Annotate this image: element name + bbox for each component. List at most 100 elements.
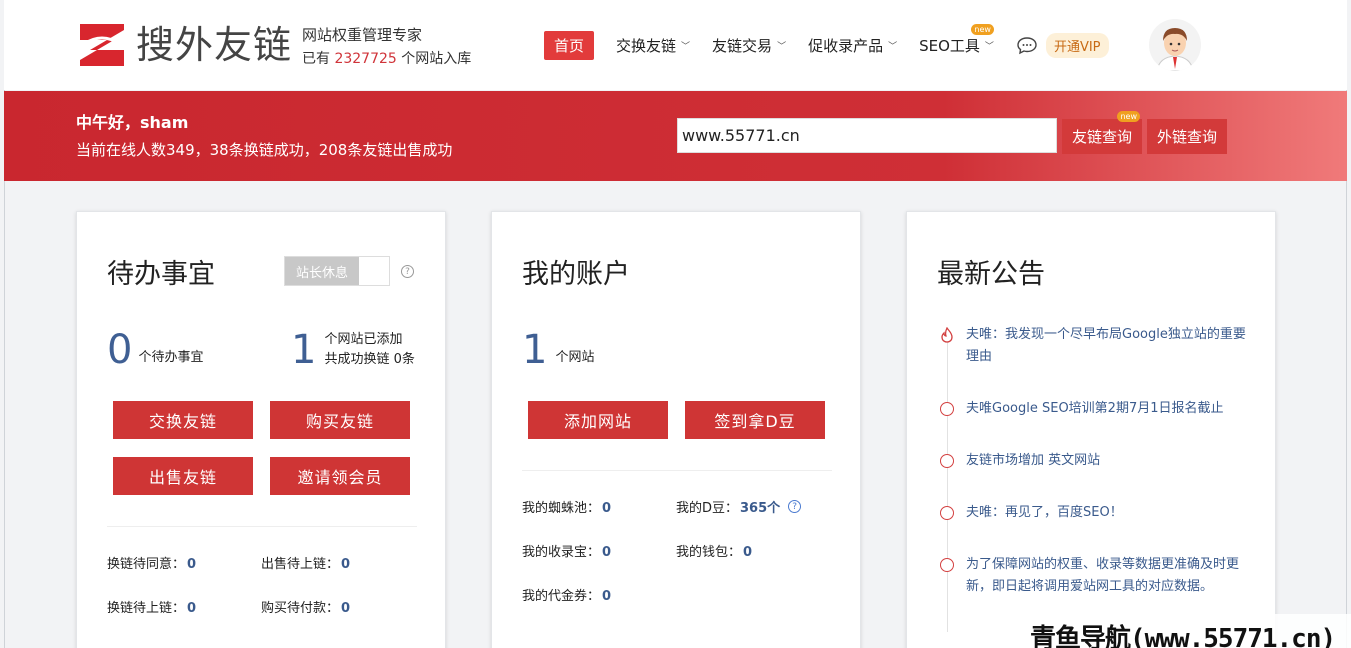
timeline-dot-icon [940, 558, 954, 572]
timeline-dot-icon [940, 506, 954, 520]
stat-value: 0 [602, 501, 612, 516]
account-card: 我的账户 1 个网站 添加网站 签到拿D豆 我的蜘蛛池： 0 我的D豆： 365个?… [491, 211, 861, 648]
help-icon[interactable]: ? [401, 265, 414, 278]
chevron-down-icon: ﹀ [681, 41, 691, 52]
nav-seo-tools[interactable]: SEO工具 ﹀ new [919, 23, 994, 56]
pending-summary: 0 个待办事宜 [107, 328, 203, 372]
avatar-icon [1149, 19, 1201, 71]
account-sites-count: 1 [522, 327, 548, 373]
stat-label: 我的蜘蛛池： [522, 501, 601, 516]
stat-label: 换链待上链： [107, 601, 186, 616]
timeline-line [947, 342, 948, 632]
new-badge: new [1117, 111, 1140, 122]
domain-search-input[interactable] [677, 118, 1057, 153]
stat-value: 0 [187, 601, 197, 616]
notice-item[interactable]: 夫唯：我发现一个尽早布局Google独立站的重要理由 [966, 324, 1256, 368]
chat-icon[interactable] [1016, 34, 1038, 56]
sites-count: 2327725 [334, 51, 397, 67]
stat-label: 出售待上链： [261, 557, 340, 572]
nav-home[interactable]: 首页 [544, 30, 595, 60]
exchange-success-label: 共成功换链 0条 [324, 352, 415, 367]
stat-buy-pending-pay[interactable]: 购买待付款： 0 [261, 597, 350, 616]
vip-button[interactable]: 开通VIP [1045, 32, 1109, 58]
friend-link-query-button[interactable]: 友链查询 new [1062, 111, 1142, 154]
checkin-button[interactable]: 签到拿D豆 [685, 401, 825, 439]
stat-exchange-pending-online[interactable]: 换链待上链： 0 [107, 597, 196, 616]
divider [107, 526, 417, 527]
stat-index-treasure[interactable]: 我的收录宝： 0 [522, 541, 611, 560]
help-icon[interactable]: ? [788, 500, 802, 513]
nav-trade-label: 友链交易 [712, 36, 773, 55]
notices-card: 最新公告 夫唯：我发现一个尽早布局Google独立站的重要理由 夫唯Google… [906, 211, 1276, 648]
stat-exchange-pending-agree[interactable]: 换链待同意： 0 [107, 553, 196, 572]
notice-item[interactable]: 为了保障网站的权重、收录等数据更准确及时更新，即日起将调用爱站网工具的对应数据。 [966, 554, 1256, 598]
stat-label: 购买待付款： [261, 601, 340, 616]
greeting: 中午好，sham [76, 113, 189, 132]
chevron-down-icon: ﹀ [888, 41, 898, 52]
notices-title: 最新公告 [937, 259, 1045, 290]
tagline: 网站权重管理专家 [302, 26, 423, 44]
online-stats: 当前在线人数349，38条换链成功，208条友链出售成功 [76, 141, 453, 159]
new-badge: new [971, 23, 994, 35]
friend-link-query-label: 友链查询 [1071, 128, 1132, 146]
pending-count: 0 [107, 327, 133, 373]
exchange-link-button[interactable]: 交换友链 [113, 401, 253, 439]
sites-count-line: 已有 2327725 个网站入库 [302, 48, 471, 68]
sites-added-label: 个网站已添加 [324, 332, 403, 347]
rest-toggle-label: 站长休息 [285, 257, 359, 285]
notice-item[interactable]: 夫唯：再见了，百度SEO！ [966, 502, 1256, 524]
stat-label: 我的D豆： [676, 501, 739, 516]
sites-suffix: 个网站入库 [401, 51, 472, 67]
nav-index-products-label: 促收录产品 [808, 36, 884, 55]
stat-spider-pool[interactable]: 我的蜘蛛池： 0 [522, 497, 611, 516]
outlink-query-button[interactable]: 外链查询 [1147, 119, 1227, 154]
logo-text[interactable]: 搜外友链 [136, 20, 292, 70]
timeline-dot-icon [940, 402, 954, 416]
todo-title: 待办事宜 [107, 259, 215, 290]
todo-card: 待办事宜 站长休息 ? 0 个待办事宜 1 个网站已添加 共成功换链 0条 交换… [76, 211, 446, 648]
stat-label: 我的钱包： [676, 545, 742, 560]
sites-summary: 1 个网站已添加 共成功换链 0条 [291, 328, 415, 372]
chevron-down-icon: ﹀ [777, 41, 787, 52]
stat-label: 换链待同意： [107, 557, 186, 572]
stat-d-beans[interactable]: 我的D豆： 365个? [676, 497, 802, 516]
stat-sell-pending-online[interactable]: 出售待上链： 0 [261, 553, 350, 572]
account-sites-label: 个网站 [555, 350, 595, 365]
nav-exchange-label: 交换友链 [616, 36, 677, 55]
logo-icon[interactable] [78, 22, 126, 68]
notice-item[interactable]: 夫唯Google SEO培训第2期7月1日报名截止 [966, 398, 1256, 420]
stat-value: 0 [743, 545, 753, 560]
nav-home-label: 首页 [554, 36, 585, 55]
stat-value: 0 [341, 601, 351, 616]
stat-value: 0 [602, 589, 612, 604]
nav-index-products[interactable]: 促收录产品 ﹀ [808, 35, 897, 56]
chevron-down-icon: ﹀ [984, 41, 994, 52]
stat-wallet[interactable]: 我的钱包： 0 [676, 541, 752, 560]
stat-value: 365个 [740, 501, 781, 516]
stat-voucher[interactable]: 我的代金券： 0 [522, 585, 611, 604]
timeline-dot-icon [940, 454, 954, 468]
sell-link-button[interactable]: 出售友链 [113, 457, 253, 495]
stat-value: 0 [602, 545, 612, 560]
stat-label: 我的收录宝： [522, 545, 601, 560]
buy-link-button[interactable]: 购买友链 [270, 401, 410, 439]
invite-member-button[interactable]: 邀请领会员 [270, 457, 410, 495]
stat-value: 0 [187, 557, 197, 572]
rest-toggle[interactable]: 站长休息 [284, 256, 390, 286]
pending-label: 个待办事宜 [138, 350, 204, 365]
watermark: 青鱼导航(www.55771.cn) [1030, 624, 1336, 648]
add-site-button[interactable]: 添加网站 [528, 401, 668, 439]
flame-icon [941, 327, 953, 343]
sites-count: 1 [291, 327, 317, 373]
sites-prefix: 已有 [302, 51, 330, 67]
nav-exchange[interactable]: 交换友链 ﹀ [616, 35, 690, 56]
rest-toggle-knob [359, 257, 389, 285]
main-nav: 首页 交换友链 ﹀ 友链交易 ﹀ 促收录产品 ﹀ SEO工具 ﹀ new 开通VIP [544, 23, 1119, 61]
nav-trade[interactable]: 友链交易 ﹀ [712, 35, 786, 56]
avatar[interactable] [1149, 19, 1201, 71]
stat-label: 我的代金券： [522, 589, 601, 604]
stat-value: 0 [341, 557, 351, 572]
notice-item[interactable]: 友链市场增加 英文网站 [966, 450, 1256, 472]
divider [522, 470, 832, 471]
welcome-banner: 中午好，sham 当前在线人数349，38条换链成功，208条友链出售成功 友链… [4, 91, 1347, 181]
